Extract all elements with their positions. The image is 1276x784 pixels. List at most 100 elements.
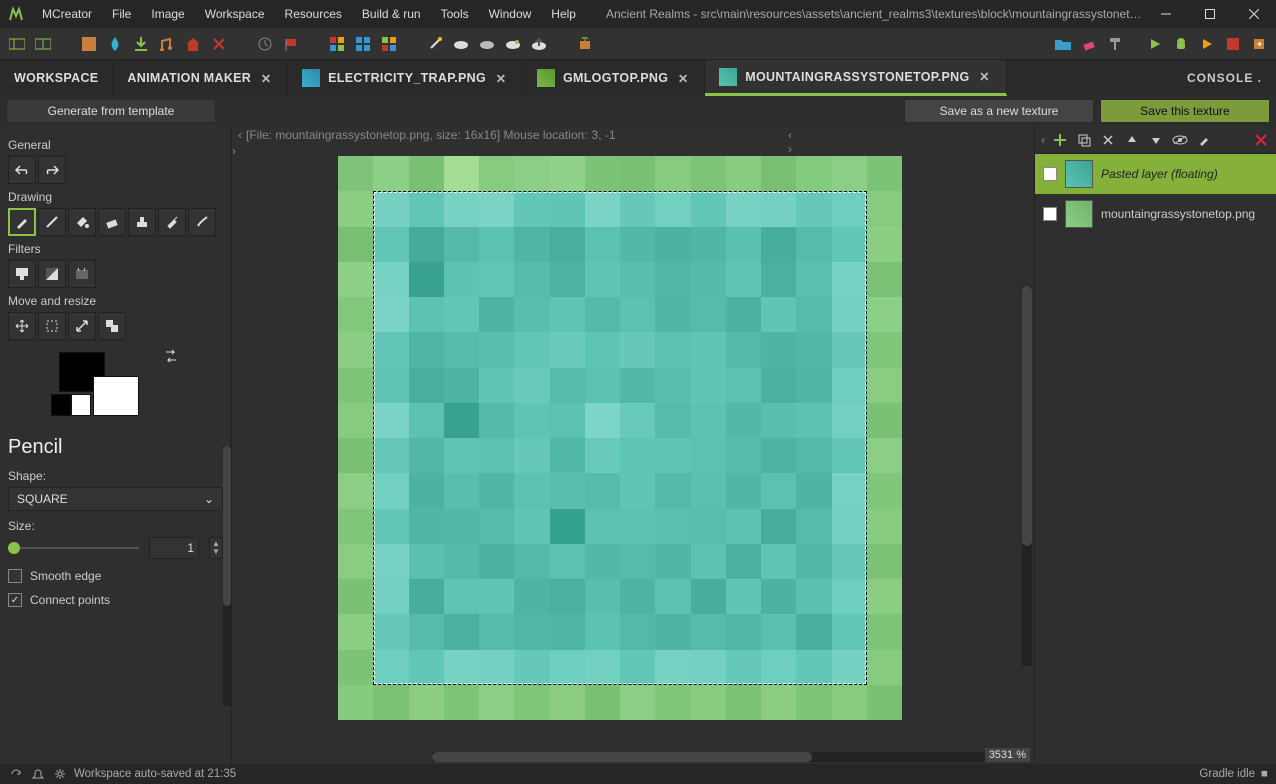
tab-file-0[interactable]: ELECTRICITY_TRAP.PNG✕ <box>288 60 523 96</box>
close-icon[interactable]: ✕ <box>259 71 273 85</box>
merge-layer-icon[interactable] <box>1099 131 1117 149</box>
tb-clear-icon[interactable] <box>208 33 230 55</box>
collapse-left-icon[interactable]: ‹ <box>238 128 242 142</box>
tb-sound-icon[interactable] <box>156 33 178 55</box>
menu-file[interactable]: File <box>102 0 141 28</box>
tb-cloud3-icon[interactable] <box>502 33 524 55</box>
tb-new-workspace-icon[interactable] <box>6 33 28 55</box>
tb-run-server-icon[interactable] <box>1196 33 1218 55</box>
canvas-h-scrollbar[interactable] <box>432 752 994 762</box>
tb-cloud1-icon[interactable] <box>450 33 472 55</box>
picker-tool[interactable] <box>158 208 186 236</box>
layer-edit-icon[interactable] <box>1195 131 1213 149</box>
default-fg[interactable] <box>51 394 71 416</box>
layer-visibility-icon[interactable] <box>1171 131 1189 149</box>
window-close-button[interactable] <box>1232 0 1276 28</box>
menu-tools[interactable]: Tools <box>431 0 479 28</box>
swap-colors-icon[interactable] <box>163 348 181 366</box>
undo-button[interactable] <box>8 156 36 184</box>
status-settings-icon[interactable] <box>52 766 68 782</box>
smooth-edge-checkbox[interactable]: Smooth edge <box>8 569 223 583</box>
add-layer-icon[interactable] <box>1051 131 1069 149</box>
delete-layer-icon[interactable] <box>1252 131 1270 149</box>
layer-up-icon[interactable] <box>1123 131 1141 149</box>
crop-tool[interactable] <box>98 312 126 340</box>
menu-resources[interactable]: Resources <box>275 0 352 28</box>
tab-file-2[interactable]: MOUNTAINGRASSYSTONETOP.PNG✕ <box>705 60 1006 96</box>
tb-clock-icon[interactable] <box>254 33 276 55</box>
size-input[interactable]: 1 <box>149 537 199 559</box>
canvas-v-scrollbar[interactable] <box>1022 286 1032 666</box>
tb-grid2-icon[interactable] <box>352 33 374 55</box>
texture-canvas[interactable] <box>338 156 902 720</box>
generate-template-button[interactable]: Generate from template <box>6 99 216 123</box>
eraser-tool[interactable] <box>98 208 126 236</box>
status-sync-icon[interactable] <box>8 766 24 782</box>
gradle-stop-icon[interactable]: ■ <box>1261 768 1268 780</box>
window-maximize-button[interactable] <box>1188 0 1232 28</box>
tb-grid3-icon[interactable] <box>378 33 400 55</box>
tab-animation-maker[interactable]: ANIMATION MAKER✕ <box>113 60 288 96</box>
menu-help[interactable]: Help <box>541 0 586 28</box>
line-tool[interactable] <box>38 208 66 236</box>
close-icon[interactable]: ✕ <box>676 71 690 85</box>
tb-model-icon[interactable] <box>78 33 100 55</box>
menu-image[interactable]: Image <box>141 0 194 28</box>
brush-tool[interactable] <box>188 208 216 236</box>
tab-file-1[interactable]: GMLOGTOP.PNG✕ <box>523 60 705 96</box>
collapse-layers-icon[interactable]: ‹ <box>1041 133 1045 147</box>
tab-workspace[interactable]: WORKSPACE <box>0 60 113 96</box>
layer-visibility-checkbox[interactable] <box>1043 167 1057 181</box>
redo-button[interactable] <box>38 156 66 184</box>
close-icon[interactable]: ✕ <box>978 70 992 84</box>
size-slider[interactable] <box>8 539 139 557</box>
select-tool[interactable] <box>38 312 66 340</box>
layer-visibility-checkbox[interactable] <box>1043 207 1057 221</box>
tb-import-icon[interactable] <box>130 33 152 55</box>
expand-left-icon[interactable]: › <box>232 144 236 158</box>
tb-export2-icon[interactable] <box>1248 33 1270 55</box>
tb-workspace2-icon[interactable] <box>32 33 54 55</box>
duplicate-layer-icon[interactable] <box>1075 131 1093 149</box>
tb-cloud2-icon[interactable] <box>476 33 498 55</box>
save-button[interactable]: Save this texture <box>1100 99 1270 123</box>
tb-grid1-icon[interactable] <box>326 33 348 55</box>
menu-workspace[interactable]: Workspace <box>195 0 275 28</box>
filter-desat-tool[interactable] <box>8 260 36 288</box>
stamp-tool[interactable] <box>128 208 156 236</box>
tb-drop-icon[interactable] <box>104 33 126 55</box>
layer-item[interactable]: mountaingrassystonetop.png <box>1035 194 1276 234</box>
tb-run-icon[interactable] <box>1144 33 1166 55</box>
collapse-right-icon[interactable]: ‹› <box>788 128 792 156</box>
connect-points-checkbox[interactable]: Connect points <box>8 593 223 607</box>
tb-hammer-icon[interactable] <box>1104 33 1126 55</box>
shape-select[interactable]: SQUARE ⌄ <box>8 487 223 511</box>
bucket-tool[interactable] <box>68 208 96 236</box>
resize-tool[interactable] <box>68 312 96 340</box>
tb-android-icon[interactable] <box>1170 33 1192 55</box>
tb-structure-icon[interactable] <box>182 33 204 55</box>
background-color[interactable] <box>93 376 139 416</box>
default-bg[interactable] <box>71 394 91 416</box>
tb-wand-icon[interactable] <box>424 33 446 55</box>
tb-upload-icon[interactable] <box>528 33 550 55</box>
layer-down-icon[interactable] <box>1147 131 1165 149</box>
layer-item[interactable]: Pasted layer (floating) <box>1035 154 1276 194</box>
left-scrollbar[interactable] <box>223 446 231 706</box>
tb-export-icon[interactable] <box>574 33 596 55</box>
close-icon[interactable]: ✕ <box>494 71 508 85</box>
menu-build-run[interactable]: Build & run <box>352 0 431 28</box>
tb-flag-icon[interactable] <box>280 33 302 55</box>
tb-stop-icon[interactable] <box>1222 33 1244 55</box>
tb-eraser-icon[interactable] <box>1078 33 1100 55</box>
color-swatch[interactable] <box>51 348 181 418</box>
move-tool[interactable] <box>8 312 36 340</box>
tb-folder-icon[interactable] <box>1052 33 1074 55</box>
menu-window[interactable]: Window <box>479 0 542 28</box>
tab-console[interactable]: CONSOLE . <box>1173 60 1276 96</box>
filter-invert-tool[interactable] <box>38 260 66 288</box>
window-minimize-button[interactable] <box>1144 0 1188 28</box>
save-as-button[interactable]: Save as a new texture <box>904 99 1094 123</box>
pencil-tool[interactable] <box>8 208 36 236</box>
filter-noise-tool[interactable] <box>68 260 96 288</box>
